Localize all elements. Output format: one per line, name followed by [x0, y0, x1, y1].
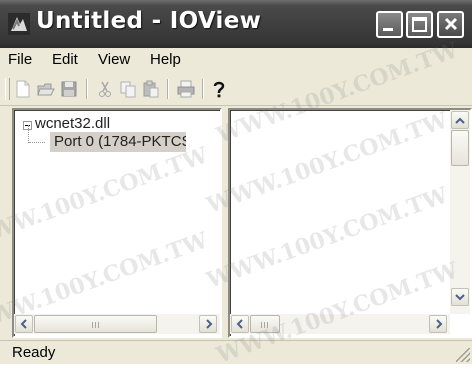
menu-help[interactable]: Help	[150, 51, 181, 68]
copy-icon[interactable]	[119, 80, 137, 98]
tree-node-port0[interactable]: Port 0 (1784-PKTCS	[50, 132, 186, 152]
open-folder-icon[interactable]	[37, 80, 55, 98]
scroll-down-button[interactable]	[451, 288, 469, 306]
left-arrow-icon	[20, 319, 27, 329]
menu-bar: File Edit View Help	[0, 48, 472, 70]
status-text: Ready	[12, 344, 56, 361]
close-icon	[444, 17, 458, 31]
detail-vertical-scrollbar[interactable]	[450, 110, 470, 314]
minimize-button[interactable]	[376, 11, 403, 38]
detail-pane[interactable]	[228, 108, 472, 338]
scroll-left-button[interactable]	[231, 315, 249, 333]
tree-horizontal-scrollbar[interactable]	[14, 314, 220, 334]
thumb-grip-icon	[91, 322, 100, 328]
toolbar-separator	[167, 79, 169, 99]
tree-connector	[28, 125, 29, 143]
help-icon[interactable]	[210, 80, 228, 98]
maximize-icon	[412, 17, 427, 32]
save-icon[interactable]	[60, 80, 78, 98]
app-icon	[8, 13, 30, 35]
new-document-icon[interactable]	[14, 80, 32, 98]
down-arrow-icon	[455, 294, 465, 301]
status-bar: Ready	[0, 340, 472, 364]
menu-edit[interactable]: Edit	[52, 51, 78, 68]
right-arrow-icon	[206, 319, 213, 329]
scroll-thumb[interactable]	[250, 315, 280, 333]
tree-node-wcnet32[interactable]: wcnet32.dll	[35, 115, 110, 132]
tree-pane[interactable]: wcnet32.dll Port 0 (1784-PKTCS	[12, 108, 222, 338]
detail-horizontal-scrollbar[interactable]	[230, 314, 450, 334]
tree-connector	[29, 142, 45, 143]
resize-grip-icon[interactable]	[456, 348, 470, 362]
cut-icon[interactable]	[96, 80, 114, 98]
right-arrow-icon	[436, 319, 443, 329]
thumb-grip-icon	[261, 322, 269, 328]
scroll-left-button[interactable]	[15, 315, 33, 333]
minimize-icon	[383, 28, 393, 31]
scroll-up-button[interactable]	[451, 111, 469, 129]
window-title: Untitled - IOView	[36, 8, 262, 34]
maximize-button[interactable]	[406, 11, 433, 38]
scroll-thumb[interactable]	[34, 315, 157, 333]
toolbar-separator	[202, 79, 204, 99]
scroll-right-button[interactable]	[429, 315, 447, 333]
left-arrow-icon	[236, 319, 243, 329]
close-button[interactable]	[437, 11, 464, 38]
scroll-thumb[interactable]	[451, 130, 469, 166]
title-bar[interactable]: Untitled - IOView	[0, 0, 472, 49]
up-arrow-icon	[455, 117, 465, 124]
print-icon[interactable]	[177, 80, 195, 98]
scroll-right-button[interactable]	[199, 315, 217, 333]
ioview-window: Untitled - IOView File Edit View Help wc…	[0, 0, 472, 369]
toolbar-grip[interactable]	[5, 78, 10, 100]
menu-file[interactable]: File	[8, 51, 32, 68]
menu-view[interactable]: View	[98, 51, 130, 68]
toolbar-separator	[86, 79, 88, 99]
toolbar	[0, 70, 472, 106]
paste-icon[interactable]	[142, 80, 160, 98]
